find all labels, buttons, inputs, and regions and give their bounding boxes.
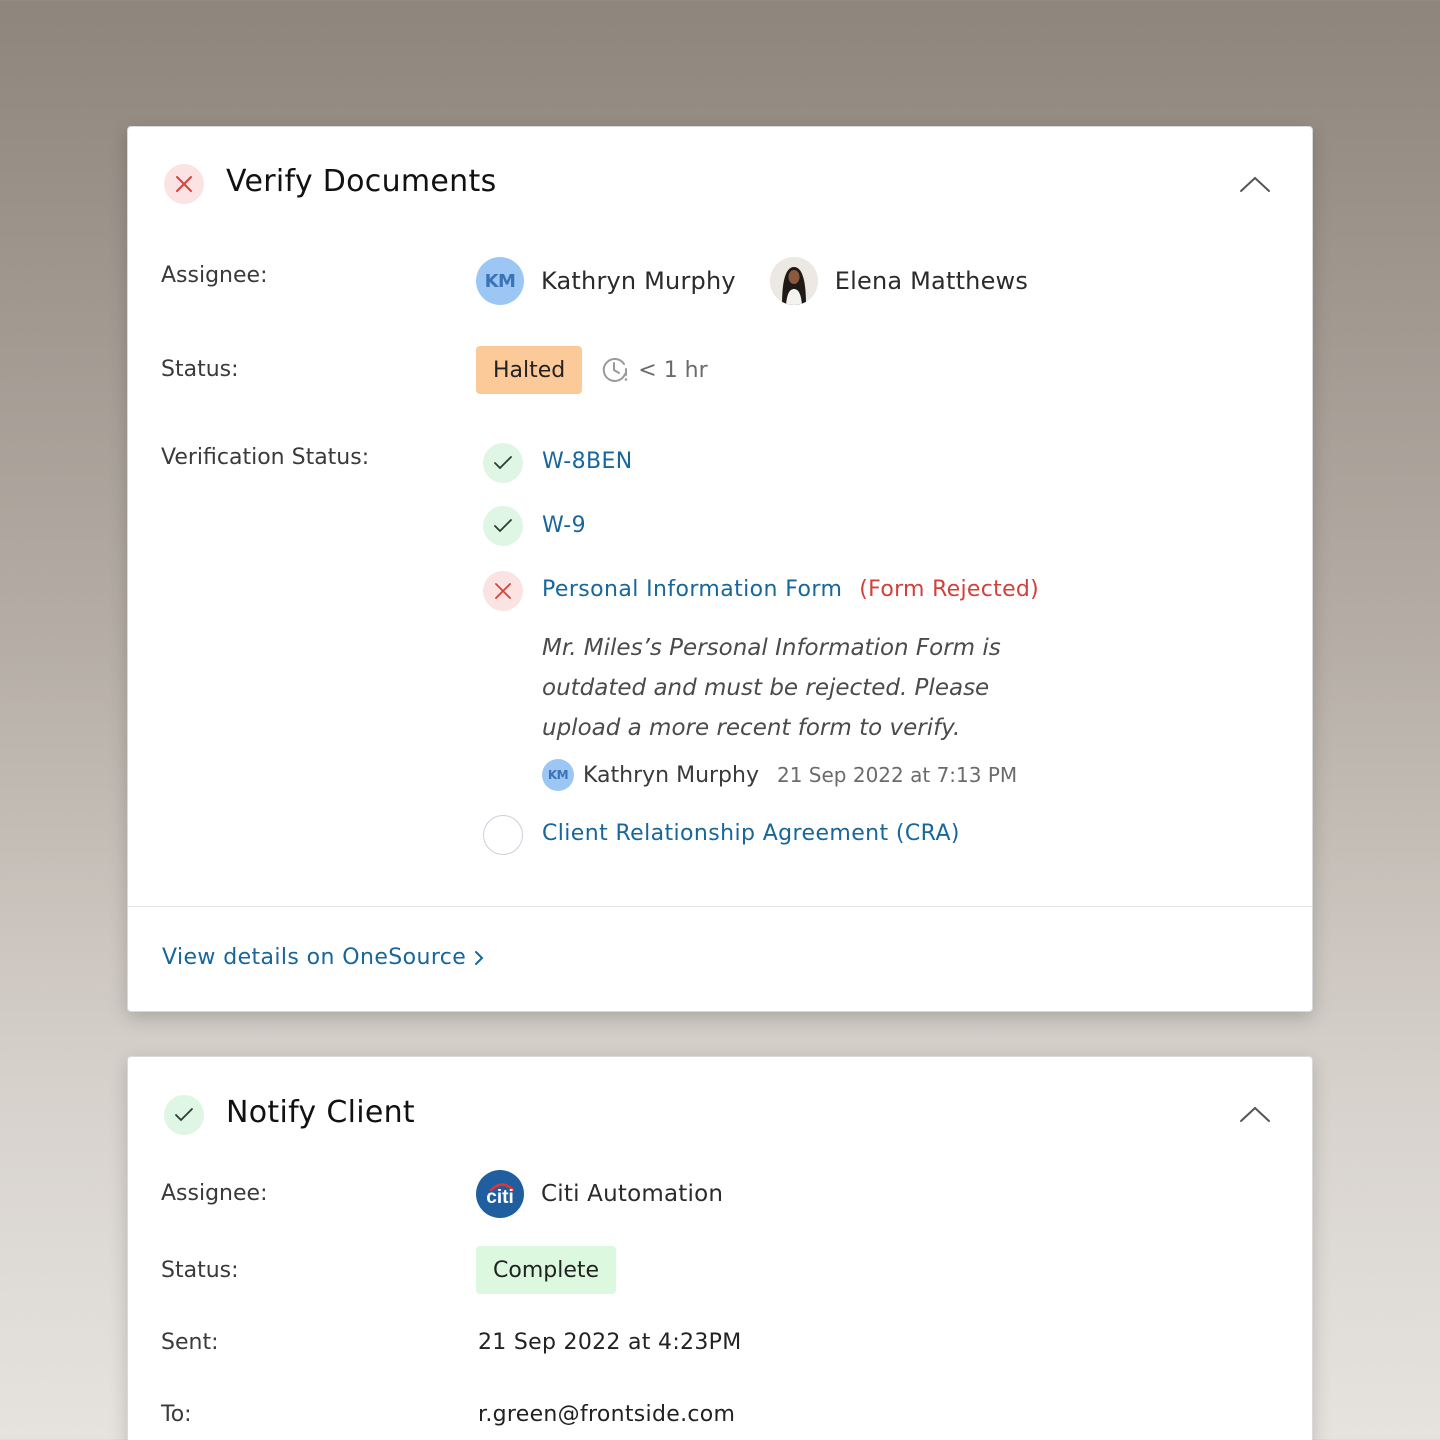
card-title: Verify Documents [226, 164, 497, 199]
document-link-w9[interactable]: W-9 [542, 513, 586, 538]
verification-status-label: Verification Status: [161, 445, 370, 470]
status-group: Complete [476, 1246, 617, 1294]
assignee-list: citi Citi Automation [476, 1170, 723, 1218]
sent-value: 21 Sep 2022 at 4:23PM [478, 1330, 742, 1355]
to-value: r.green@frontside.com [478, 1402, 736, 1427]
avatar: KM [542, 759, 574, 791]
collapse-button[interactable] [1238, 172, 1272, 196]
card-title: Notify Client [226, 1095, 415, 1130]
pending-icon [483, 815, 523, 855]
avatar: KM [476, 257, 524, 305]
status-label: Status: [161, 1258, 239, 1283]
comment-date: 21 Sep 2022 at 7:13 PM [777, 763, 1018, 787]
status-badge: Complete [476, 1246, 617, 1294]
rejected-document-row: Personal Information Form (Form Rejected… [542, 577, 1039, 602]
view-details-label: View details on OneSource [162, 945, 467, 970]
elapsed-time: < 1 hr [638, 357, 708, 383]
assignee-list: KM Kathryn Murphy Elena Matthews [476, 257, 1028, 305]
chevron-up-icon [1240, 1106, 1270, 1122]
citi-logo-icon: citi [486, 1183, 515, 1208]
status-label: Status: [161, 357, 239, 382]
assignee-label: Assignee: [161, 1181, 268, 1206]
person-photo-icon [769, 257, 818, 305]
divider [128, 906, 1312, 907]
to-label: To: [161, 1402, 192, 1427]
check-icon [483, 443, 523, 483]
status-badge: Halted [476, 346, 583, 394]
avatar [769, 257, 818, 305]
notify-client-card: Notify Client Assignee: citi Citi Automa… [127, 1056, 1313, 1440]
rejected-note: (Form Rejected) [859, 577, 1040, 602]
failed-status-icon [164, 164, 204, 204]
document-link-cra[interactable]: Client Relationship Agreement (CRA) [542, 821, 960, 846]
assignee-name: Citi Automation [541, 1181, 724, 1207]
clock-alert-icon [603, 357, 628, 382]
rejected-icon [483, 571, 523, 611]
assignee-name: Elena Matthews [834, 267, 1029, 295]
verify-documents-card: Verify Documents Assignee: KM Kathryn Mu… [127, 126, 1313, 1012]
status-group: Halted < 1 hr [476, 346, 708, 394]
comment-meta: KM Kathryn Murphy 21 Sep 2022 at 7:13 PM [542, 759, 1017, 791]
collapse-button[interactable] [1238, 1102, 1272, 1126]
assignee-label: Assignee: [161, 263, 268, 288]
comment-author: Kathryn Murphy [583, 762, 759, 788]
complete-status-icon [164, 1095, 204, 1135]
assignee-name: Kathryn Murphy [541, 267, 736, 295]
chevron-right-icon [475, 950, 484, 965]
sent-label: Sent: [161, 1330, 219, 1355]
citi-logo: citi [476, 1170, 524, 1218]
view-details-link[interactable]: View details on OneSource [162, 945, 484, 970]
citi-logo-text: citi [486, 1187, 513, 1208]
chevron-up-icon [1240, 176, 1270, 192]
check-icon [483, 506, 523, 546]
rejection-comment: Mr. Miles’s Personal Information Form is… [542, 635, 1001, 741]
document-link-personal-info-form[interactable]: Personal Information Form [542, 577, 842, 602]
document-link-w8ben[interactable]: W-8BEN [542, 449, 633, 474]
